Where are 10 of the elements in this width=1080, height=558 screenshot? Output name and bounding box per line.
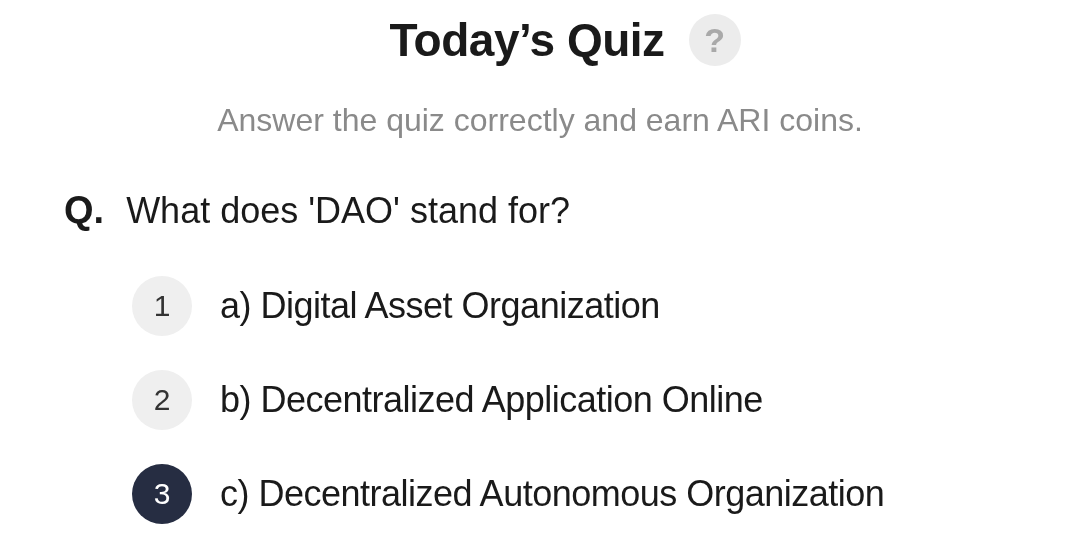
option-number[interactable]: 2 [132, 370, 192, 430]
answer-option[interactable]: c) Decentralized Autonomous Organization [220, 473, 885, 515]
option-number[interactable]: 3 [132, 464, 192, 524]
quiz-title: Today’s Quiz [389, 13, 665, 68]
option-number[interactable]: 1 [132, 276, 192, 336]
answer-option[interactable]: b) Decentralized Application Online [220, 379, 763, 421]
quiz-subtitle: Answer the quiz correctly and earn ARI coins. [216, 102, 864, 139]
question-text: What does 'DAO' stand for? [126, 190, 571, 232]
question-prefix: Q. [64, 189, 105, 232]
answer-option[interactable]: a) Digital Asset Organization [220, 285, 660, 327]
